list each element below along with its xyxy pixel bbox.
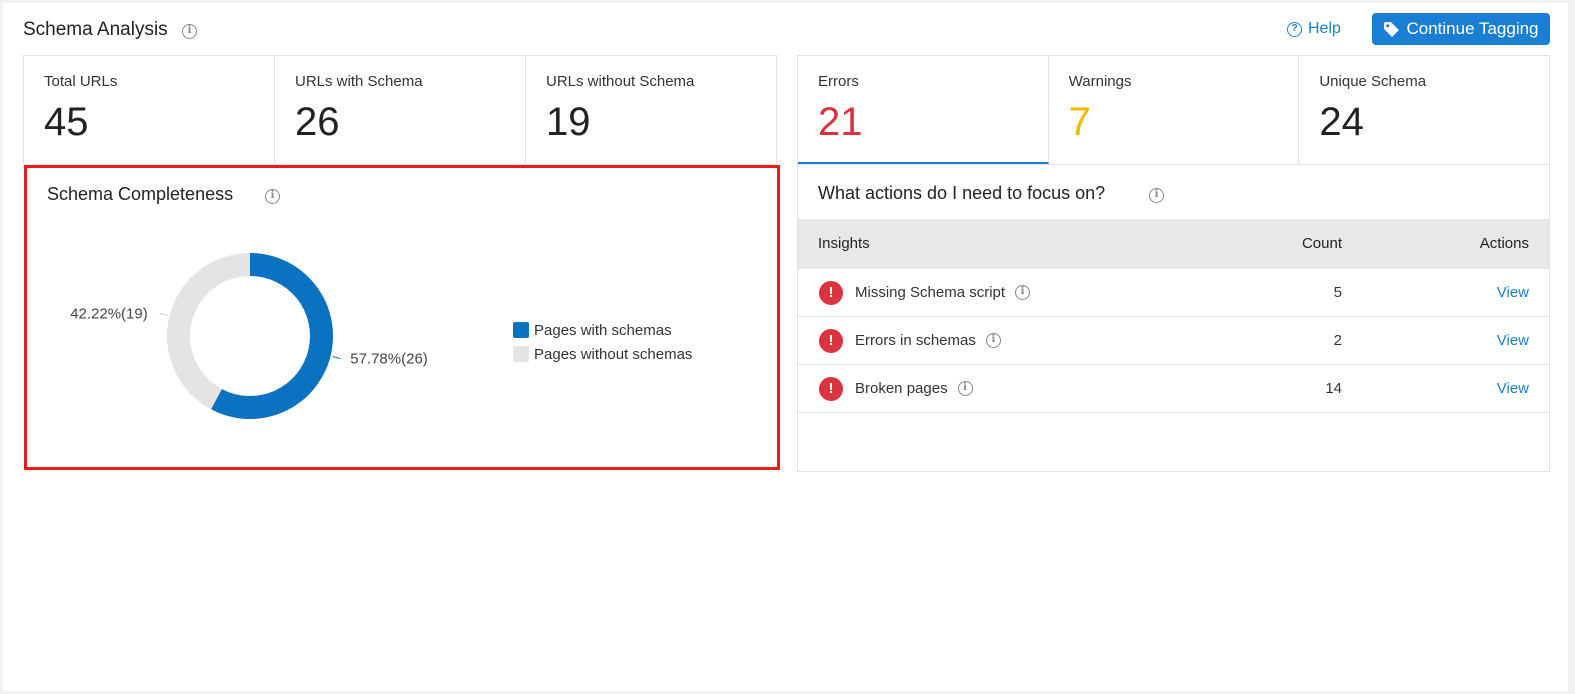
row-label-text: Missing Schema script (855, 284, 1006, 301)
stat-value: 45 (44, 100, 89, 144)
stat-label: Errors (818, 73, 859, 90)
page-title: Schema Analysis (23, 19, 168, 40)
legend-label: Pages with schemas (534, 321, 672, 339)
info-icon[interactable]: i (1149, 188, 1164, 203)
stat-urls-without-schema: URLs without Schema 19 (526, 56, 776, 164)
chart-legend: Pages with schemas Pages without schemas (513, 318, 692, 366)
view-link[interactable]: View (1497, 380, 1529, 397)
insights-table: Insights Count Actions ! Missing Schema … (798, 219, 1549, 413)
row-count: 5 (1333, 284, 1342, 301)
exclamation-circle-icon: ! (819, 329, 843, 353)
legend-label: Pages without schemas (534, 345, 693, 363)
card-title: What actions do I need to focus on? (818, 183, 1106, 203)
view-link[interactable]: View (1497, 332, 1529, 349)
column-header-actions: Actions (1479, 235, 1529, 252)
schema-analysis-page: Schema Analysis i ? Help Continue Taggin… (3, 3, 1568, 691)
schema-completeness-card: Schema Completeness i 57.78%(26) 42.22%(1… (24, 165, 780, 470)
url-stats: Total URLs 45 URLs with Schema 26 URLs w… (23, 55, 777, 165)
row-label: Missing Schema script i (855, 284, 1031, 301)
legend-item-without-schemas[interactable]: Pages without schemas (513, 342, 692, 366)
stat-total-urls: Total URLs 45 (24, 56, 275, 164)
row-count: 2 (1333, 332, 1342, 349)
row-count: 14 (1325, 380, 1342, 397)
tab-errors[interactable]: Errors 21 (798, 56, 1049, 164)
stat-label: URLs with Schema (295, 73, 423, 90)
stat-value: 7 (1068, 100, 1091, 144)
info-icon[interactable]: i (957, 381, 973, 396)
legend-item-with-schemas[interactable]: Pages with schemas (513, 318, 692, 342)
info-icon[interactable]: i (985, 333, 1001, 348)
row-label-text: Errors in schemas (855, 332, 976, 349)
row-label-text: Broken pages (855, 380, 948, 397)
stat-label: Unique Schema (1319, 73, 1427, 90)
stat-value: 21 (818, 100, 863, 144)
help-circle-icon: ? (1287, 21, 1302, 37)
stat-value: 19 (546, 100, 591, 144)
help-label: Help (1308, 20, 1341, 37)
row-label: Broken pages i (855, 380, 973, 397)
data-label-without-schemas: 42.22%(19) (70, 306, 148, 323)
tab-warnings[interactable]: Warnings 7 (1049, 56, 1300, 164)
table-row: ! Errors in schemas i 2 View (798, 317, 1549, 365)
tab-unique-schema[interactable]: Unique Schema 24 (1299, 56, 1549, 164)
actions-card: What actions do I need to focus on? i In… (797, 165, 1550, 472)
donut-slice-without-schemas[interactable] (167, 253, 250, 410)
view-link[interactable]: View (1497, 284, 1529, 301)
label-leader-line (332, 356, 341, 359)
row-label: Errors in schemas i (855, 332, 1001, 349)
stat-label: Total URLs (44, 73, 118, 90)
column-header-count: Count (1301, 235, 1342, 252)
stat-label: URLs without Schema (546, 73, 695, 90)
stat-value: 26 (295, 100, 340, 144)
stat-label: Warnings (1068, 73, 1132, 90)
label-leader-line (159, 313, 168, 316)
stat-urls-with-schema: URLs with Schema 26 (275, 56, 526, 164)
tag-icon (1384, 21, 1400, 37)
stat-value: 24 (1319, 100, 1364, 144)
column-header-insights: Insights (818, 235, 870, 252)
header: Schema Analysis i ? Help Continue Taggin… (3, 3, 1568, 55)
help-link[interactable]: ? Help (1287, 20, 1341, 38)
table-row: ! Broken pages i 14 View (798, 365, 1549, 413)
legend-swatch (513, 346, 529, 362)
table-row: ! Missing Schema script i 5 View (798, 269, 1549, 317)
continue-tagging-button[interactable]: Continue Tagging (1372, 13, 1550, 45)
info-icon[interactable]: i (182, 24, 197, 39)
continue-tagging-label: Continue Tagging (1406, 19, 1539, 38)
exclamation-circle-icon: ! (819, 377, 843, 401)
exclamation-circle-icon: ! (819, 281, 843, 305)
issue-stats: Errors 21 Warnings 7 Unique Schema 24 (797, 55, 1550, 165)
legend-swatch (513, 322, 529, 338)
info-icon[interactable]: i (1015, 285, 1031, 300)
data-label-with-schemas: 57.78%(26) (350, 350, 428, 367)
table-header: Insights Count Actions (798, 219, 1549, 269)
